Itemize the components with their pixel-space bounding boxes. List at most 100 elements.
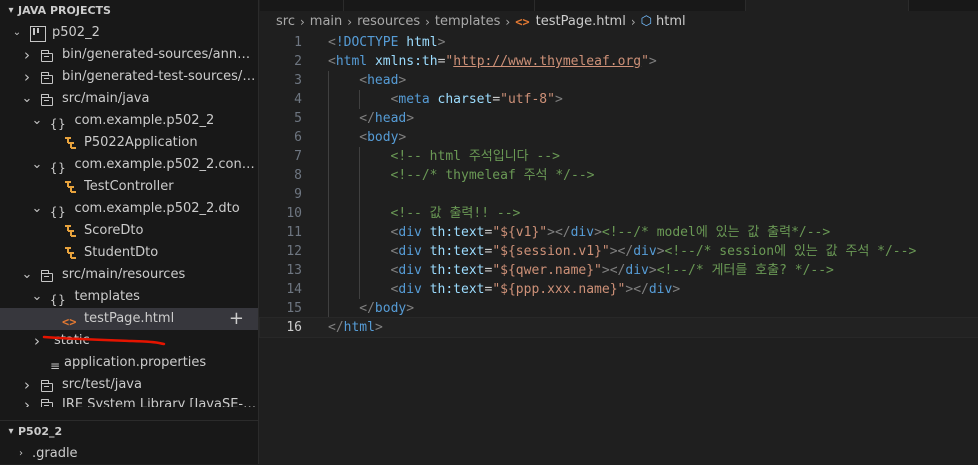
editor-tab-active[interactable] bbox=[746, 0, 909, 11]
tree-item[interactable]: ScoreDto bbox=[0, 220, 258, 242]
code-line[interactable]: 4 <meta charset="utf-8"> bbox=[260, 90, 978, 109]
code-line[interactable]: 5 </head> bbox=[260, 109, 978, 128]
code-line[interactable]: 2 <html xmlns:th="http://www.thymeleaf.or… bbox=[260, 52, 978, 71]
chevron-right-icon: › bbox=[505, 15, 511, 29]
code-text: <head> bbox=[359, 71, 406, 90]
indent-guide bbox=[328, 109, 329, 128]
gradle-folder-label: .gradle bbox=[32, 446, 78, 461]
code-token: charset bbox=[437, 92, 493, 107]
code-editor[interactable]: 1 <!DOCTYPE html> 2 <html xmlns:th="http://… bbox=[259, 33, 978, 464]
tree-item-label: com.example.p502_2 bbox=[74, 113, 215, 128]
code-line[interactable]: 16 </html> bbox=[259, 317, 978, 338]
chevron-down-icon: ▾ bbox=[8, 426, 14, 437]
breadcrumb-templates[interactable]: templates bbox=[435, 11, 500, 33]
code-line[interactable]: 14 <div th:text="${ppp.xxx.name}"></div> bbox=[260, 280, 978, 299]
indent-guide bbox=[328, 280, 329, 299]
breadcrumb-file[interactable]: testPage.html bbox=[536, 11, 626, 33]
code-line[interactable]: 10 <!-- 값 출력!! --> bbox=[260, 204, 978, 223]
tree-item[interactable]: › bin/generated-sources/annota... bbox=[0, 44, 258, 66]
folder-icon bbox=[40, 91, 56, 107]
code-token: div bbox=[648, 282, 673, 297]
code-text: <!DOCTYPE html> bbox=[328, 33, 445, 52]
p502-section-header[interactable]: ▾ P502_2 bbox=[0, 421, 259, 443]
code-line[interactable]: 7 <!-- html 주석입니다 --> bbox=[260, 147, 978, 166]
tree-item[interactable]: ≡ application.properties bbox=[0, 352, 258, 374]
code-token: <!--/* thymeleaf 주석 */--> bbox=[390, 168, 595, 183]
new-file-button[interactable]: + bbox=[229, 308, 244, 330]
code-text: <div th:text="${ppp.xxx.name}"></div> bbox=[391, 280, 681, 299]
tree-item-label: TestController bbox=[84, 179, 174, 194]
code-token: html bbox=[335, 54, 368, 69]
project-tree: › bin/generated-sources/annota... › bin/gen… bbox=[0, 44, 258, 407]
code-line[interactable]: 12 <div th:text="${session.v1}"></div><!-… bbox=[260, 242, 978, 261]
code-text: <!-- 값 출력!! --> bbox=[391, 204, 521, 223]
code-text: <body> bbox=[359, 128, 406, 147]
code-text: <!--/* thymeleaf 주석 */--> bbox=[391, 166, 595, 185]
code-token: "${ppp.xxx.name}" bbox=[492, 282, 626, 297]
line-number: 12 bbox=[286, 244, 302, 259]
java-class-icon bbox=[62, 179, 78, 195]
chevron-right-icon: › bbox=[19, 448, 23, 459]
code-token: < bbox=[328, 54, 336, 69]
tree-item[interactable]: TestController bbox=[0, 176, 258, 198]
chevron-down-icon: ⌄ bbox=[31, 201, 43, 216]
tree-item[interactable]: ⌄ {} com.example.p502_2.controll... bbox=[0, 154, 258, 176]
breadcrumb-symbol[interactable]: html bbox=[656, 11, 686, 33]
tree-item[interactable]: ⌄ {} templates bbox=[0, 286, 258, 308]
html-file-icon: <> bbox=[62, 315, 77, 329]
project-root[interactable]: ⌄ p502_2 bbox=[0, 22, 258, 44]
tree-item[interactable]: › bin/generated-test-sources/a... bbox=[0, 66, 258, 88]
code-line[interactable]: 6 <body> bbox=[260, 128, 978, 147]
editor-tab[interactable] bbox=[260, 0, 344, 11]
breadcrumb-main[interactable]: main bbox=[310, 11, 342, 33]
editor-tab[interactable] bbox=[535, 0, 746, 11]
code-line[interactable]: 9 bbox=[260, 185, 978, 204]
code-line[interactable]: 1 <!DOCTYPE html> bbox=[260, 33, 978, 52]
code-token: > bbox=[398, 130, 407, 145]
code-line[interactable]: 13 <div th:text="${qwer.name}"></div><!--… bbox=[260, 261, 978, 280]
indent-guide bbox=[359, 223, 361, 242]
code-line[interactable]: 8 <!--/* thymeleaf 주석 */--> bbox=[260, 166, 978, 185]
tree-item[interactable]: › JRE System Library [JavaSE-17] bbox=[0, 396, 258, 407]
code-text: <div th:text="${session.v1}"></div><!--/… bbox=[391, 242, 917, 261]
editor-tab[interactable] bbox=[344, 0, 535, 11]
tree-item[interactable]: StudentDto bbox=[0, 242, 258, 264]
tree-item[interactable]: ⌄ {} com.example.p502_2.dto bbox=[0, 198, 258, 220]
code-token: > bbox=[648, 263, 657, 278]
line-number: 13 bbox=[286, 263, 302, 278]
code-text: </body> bbox=[359, 299, 414, 318]
code-line[interactable]: 15 </body> bbox=[260, 299, 978, 318]
code-line[interactable]: 11 <div th:text="${v1}"></div><!--/* mode… bbox=[260, 223, 978, 242]
code-token: html bbox=[406, 35, 438, 50]
code-token: div bbox=[398, 244, 422, 259]
breadcrumb-resources[interactable]: resources bbox=[357, 11, 420, 33]
java-class-icon bbox=[62, 135, 78, 151]
tree-item[interactable]: P5022Application bbox=[0, 132, 258, 154]
breadcrumb-src[interactable]: src bbox=[276, 11, 295, 33]
tree-item[interactable]: ⌄ src/main/java bbox=[0, 88, 258, 110]
indent-guide bbox=[328, 261, 329, 280]
code-text: <div th:text="${v1}"></div><!--/* model에… bbox=[391, 223, 831, 242]
tree-item[interactable]: <> testPage.html + bbox=[0, 308, 258, 330]
code-text: <meta charset="utf-8"> bbox=[391, 90, 563, 109]
chevron-down-icon: ⌄ bbox=[21, 91, 33, 106]
code-text: <html xmlns:th="http://www.thymeleaf.org… bbox=[328, 52, 657, 71]
code-line[interactable]: 3 <head> bbox=[260, 71, 978, 90]
java-projects-header[interactable]: ▾ JAVA PROJECTS bbox=[0, 0, 258, 22]
tree-item[interactable]: ⌄ {} com.example.p502_2 bbox=[0, 110, 258, 132]
breadcrumb: src › main › resources › templates › <> … bbox=[260, 11, 978, 33]
code-token: < bbox=[359, 130, 368, 145]
code-token: > bbox=[374, 320, 383, 335]
p502-section: ▾ P502_2 › .gradle bbox=[0, 420, 259, 465]
code-token: </ bbox=[359, 301, 375, 316]
tree-item[interactable]: ⌄ src/main/resources bbox=[0, 264, 258, 286]
tree-item[interactable]: › src/test/java bbox=[0, 374, 258, 396]
code-token: <!--/* 게터를 호출? */--> bbox=[656, 263, 834, 278]
chevron-down-icon: ⌄ bbox=[12, 27, 22, 38]
folder-icon bbox=[40, 377, 56, 393]
gradle-folder[interactable]: › .gradle bbox=[0, 443, 259, 465]
chevron-down-icon: ⌄ bbox=[31, 289, 43, 304]
code-token: th:text bbox=[429, 263, 485, 278]
java-projects-header-label: JAVA PROJECTS bbox=[18, 4, 111, 17]
